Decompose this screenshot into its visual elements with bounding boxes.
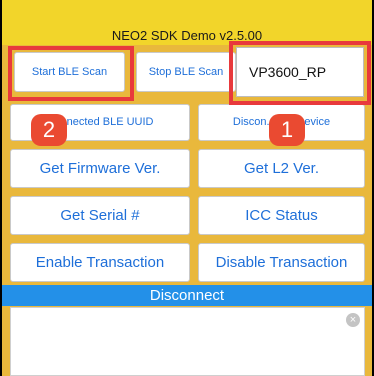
app-screen: NEO2 SDK Demo v2.5.00 Start BLE Scan Sto… [2, 0, 372, 376]
get-serial-number-button[interactable]: Get Serial # [10, 196, 190, 235]
enable-transaction-button[interactable]: Enable Transaction [10, 243, 190, 282]
start-ble-scan-button[interactable]: Start BLE Scan [14, 52, 125, 92]
close-circle-icon[interactable]: × [346, 313, 360, 327]
icc-status-button[interactable]: ICC Status [198, 196, 365, 235]
stop-ble-scan-button[interactable]: Stop BLE Scan [136, 52, 236, 92]
disable-transaction-button[interactable]: Disable Transaction [198, 243, 365, 282]
device-name-field[interactable]: VP3600_RP [236, 47, 364, 97]
annotation-badge-1: 1 [269, 114, 305, 146]
get-firmware-version-button[interactable]: Get Firmware Ver. [10, 149, 190, 188]
disconnect-button[interactable]: Disconnect [2, 285, 372, 306]
get-l2-version-button[interactable]: Get L2 Ver. [198, 149, 365, 188]
log-text-area[interactable]: × [10, 307, 365, 376]
annotation-badge-2: 2 [31, 114, 67, 146]
app-title: NEO2 SDK Demo v2.5.00 [2, 0, 372, 45]
